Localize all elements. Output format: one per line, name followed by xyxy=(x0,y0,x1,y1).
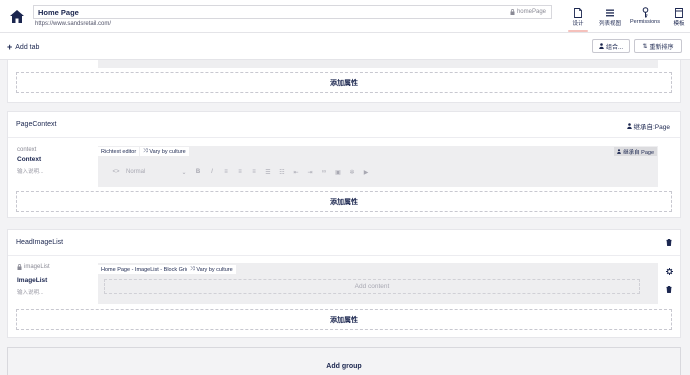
add-property-button[interactable]: 添加属性 xyxy=(16,72,672,93)
editor-type-label: Richtext editor xyxy=(101,148,137,155)
user-icon xyxy=(617,149,621,154)
top-group-remainder: 添加属性 xyxy=(7,60,681,103)
indent-icon: ⇥ xyxy=(307,169,313,176)
inherit-tag-label: 继承自 Page xyxy=(623,149,654,156)
image-icon: ▣ xyxy=(335,169,341,176)
document-icon xyxy=(574,6,582,19)
chevron-down-icon: ⌄ xyxy=(181,169,187,176)
editor-type-label: Home Page - ImageList - Block Grid xyxy=(101,266,190,273)
link-icon: ∞ xyxy=(321,169,327,175)
add-group-label: Add group xyxy=(326,362,362,370)
list-view-icon xyxy=(606,6,614,19)
add-content-label: Add content xyxy=(354,283,390,290)
shuffle-icon: ⤨ xyxy=(190,266,195,272)
rte-toolbar: <> Normal ⌄ B I ≡ ≡ ≡ ☰ ☷ ⇤ ⇥ ∞ ▣ ✲ ▶ xyxy=(112,168,370,176)
vary-label: Vary by culture xyxy=(149,148,186,155)
align-left-icon: ≡ xyxy=(224,169,228,175)
add-content-button[interactable]: Add content xyxy=(104,279,640,294)
editor-type-tag: Home Page - ImageList - Block Grid xyxy=(98,265,193,274)
align-center-icon: ≡ xyxy=(238,169,242,175)
numbered-list-icon: ☷ xyxy=(279,169,285,176)
lock-icon xyxy=(17,264,22,270)
group-header: HeadImageList xyxy=(8,230,680,256)
nav-templates[interactable]: 模板 xyxy=(668,3,690,32)
property-description: 输入说明... xyxy=(17,169,44,175)
top-bar: Home Page homePage https://www.sandsreta… xyxy=(0,0,690,33)
compose-label: 组合... xyxy=(605,44,623,51)
property-editor-preview[interactable]: Richtext editor ⤨ Vary by culture 继承自 Pa… xyxy=(98,146,658,187)
editor-remainder xyxy=(98,60,658,68)
nav-permissions-label: Permissions xyxy=(630,19,660,25)
user-icon xyxy=(626,123,632,129)
nav-design-label: 设计 xyxy=(572,21,584,27)
reorder-icon: ⇅ xyxy=(642,43,648,50)
node-name-input[interactable]: Home Page homePage xyxy=(33,5,552,19)
nav-permissions[interactable]: Permissions xyxy=(629,3,661,32)
template-icon xyxy=(675,6,683,19)
alias-text: homePage xyxy=(516,9,546,15)
add-property-label: 添加属性 xyxy=(330,198,358,206)
trash-icon[interactable] xyxy=(664,284,674,294)
property-name: ImageList xyxy=(17,277,48,284)
outdent-icon: ⇤ xyxy=(293,169,299,176)
add-property-label: 添加属性 xyxy=(330,316,358,324)
property-alias-text: imageList xyxy=(24,264,50,270)
property-alias: context xyxy=(17,147,37,153)
bold-icon: B xyxy=(195,169,201,175)
settings-icon: ✲ xyxy=(349,169,355,176)
code-icon: <> xyxy=(112,169,120,175)
property-name: Context xyxy=(17,156,42,163)
vary-by-culture-tag: ⤨ Vary by culture xyxy=(140,147,189,156)
property-alias: imageList xyxy=(17,264,50,270)
add-property-button[interactable]: 添加属性 xyxy=(16,309,672,330)
node-url[interactable]: https://www.sandsretail.com/ xyxy=(35,21,111,27)
editor-type-tag: Richtext editor xyxy=(98,147,140,156)
add-tab-label: Add tab xyxy=(15,43,40,51)
italic-icon: I xyxy=(211,169,213,175)
add-property-button[interactable]: 添加属性 xyxy=(16,191,672,212)
inherit-tag: 继承自 Page xyxy=(614,147,657,156)
alias-lock[interactable]: homePage xyxy=(510,9,546,15)
inherited-from: 继承自:Page xyxy=(626,121,671,131)
reorder-label: 重新排序 xyxy=(649,44,674,51)
add-tab-button[interactable]: + Add tab xyxy=(7,42,39,52)
key-icon xyxy=(642,6,649,19)
gear-icon[interactable] xyxy=(664,266,674,276)
nav-list-view-label: 列表视图 xyxy=(598,21,621,27)
vary-by-culture-tag: ⤨ Vary by culture xyxy=(187,265,236,274)
home-icon[interactable] xyxy=(6,5,28,27)
group-header: PageContext 继承自:Page xyxy=(8,112,680,138)
vary-label: Vary by culture xyxy=(196,266,233,273)
nav-design[interactable]: 设计 xyxy=(566,3,590,32)
lock-icon xyxy=(510,9,515,15)
property-editor-preview[interactable]: Home Page - ImageList - Block Grid ⤨ Var… xyxy=(98,263,658,304)
inherited-label: 继承自:Page xyxy=(633,124,671,131)
group-title: PageContext xyxy=(16,121,57,128)
format-select: Normal xyxy=(126,169,146,175)
nav-list-view[interactable]: 列表视图 xyxy=(596,3,624,32)
property-description: 输入说明... xyxy=(17,290,44,296)
compose-button[interactable]: 组合... xyxy=(592,39,630,53)
group-head-image-list: HeadImageList imageList ImageList 输入说明..… xyxy=(7,229,681,338)
add-group-button[interactable]: Add group xyxy=(7,347,681,375)
group-page-context: PageContext 继承自:Page context Context 输入说… xyxy=(7,111,681,218)
reorder-button[interactable]: ⇅ 重新排序 xyxy=(634,39,682,53)
add-property-label: 添加属性 xyxy=(330,79,358,87)
user-icon xyxy=(599,43,604,49)
plus-icon: + xyxy=(7,42,13,52)
node-name-value[interactable]: Home Page xyxy=(38,8,79,17)
align-right-icon: ≡ xyxy=(252,169,256,175)
group-title[interactable]: HeadImageList xyxy=(16,239,63,246)
shuffle-icon: ⤨ xyxy=(143,148,148,154)
trash-icon[interactable] xyxy=(664,237,674,247)
tab-bar: + Add tab 组合... ⇅ 重新排序 xyxy=(0,33,690,60)
media-icon: ▶ xyxy=(363,169,369,176)
bullet-list-icon: ☰ xyxy=(265,169,271,176)
nav-templates-label: 模板 xyxy=(673,21,685,27)
